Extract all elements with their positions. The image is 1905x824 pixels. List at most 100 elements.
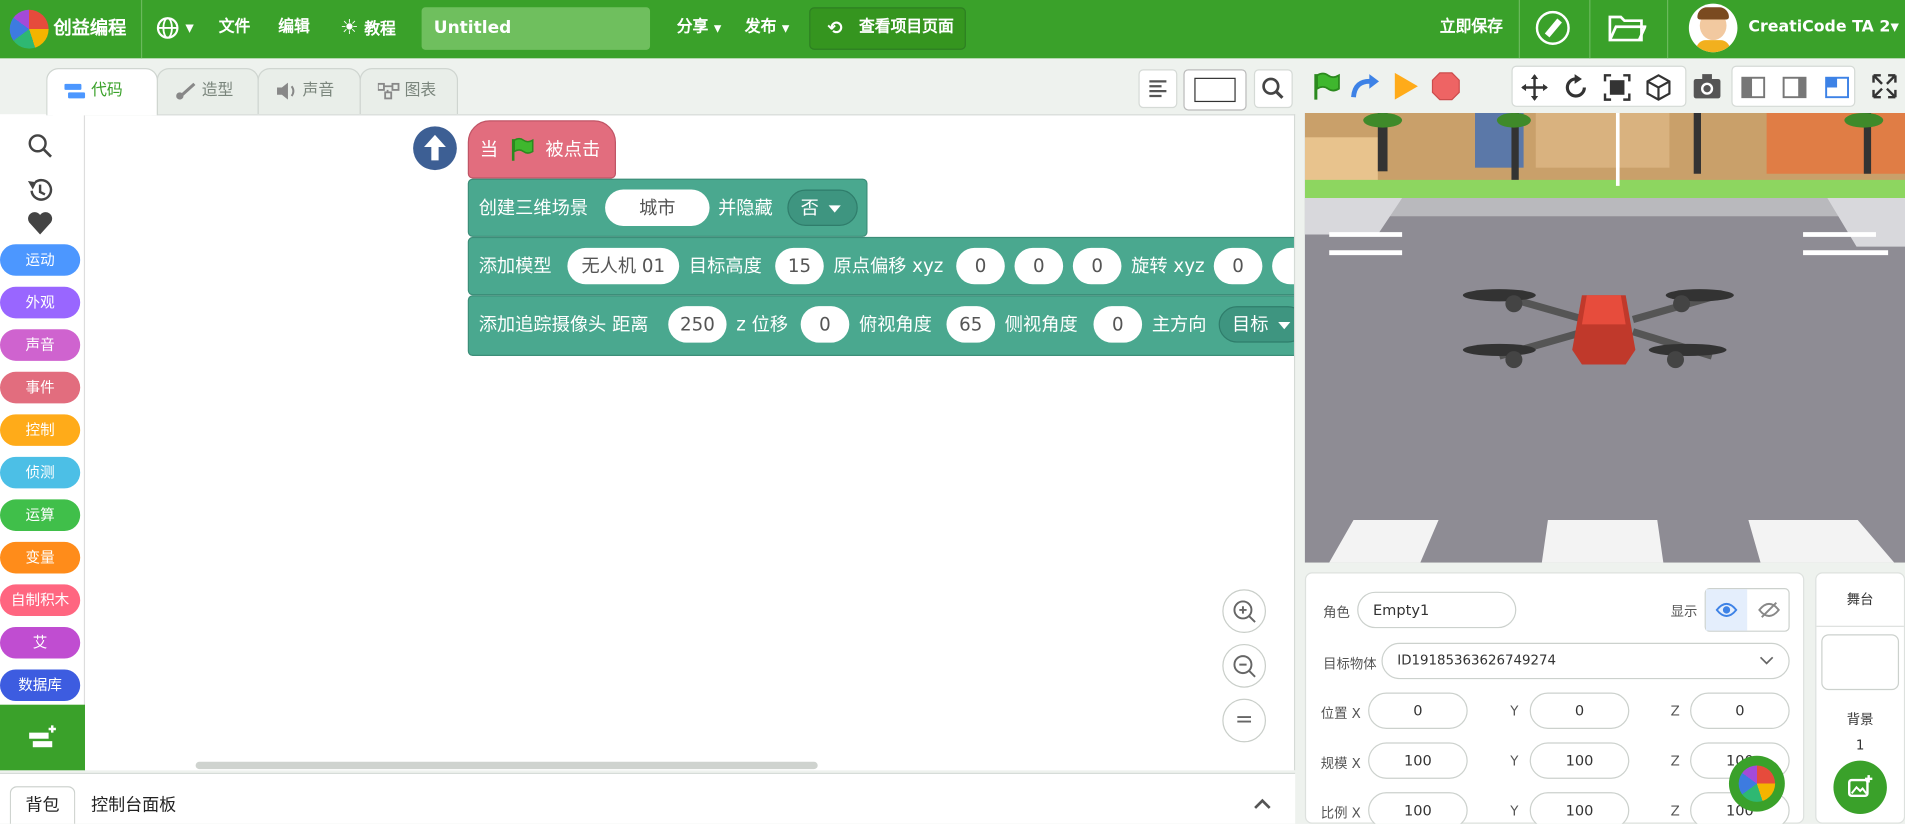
stop-icon[interactable] — [1431, 72, 1460, 101]
horizontal-scrollbar[interactable] — [195, 761, 818, 770]
position-x-input[interactable]: 0 — [1368, 692, 1468, 729]
category-button[interactable]: 艾 — [0, 626, 81, 659]
layout-split-icon[interactable] — [1825, 76, 1849, 99]
backdrop-thumbnail[interactable] — [1821, 634, 1900, 691]
history-icon[interactable] — [27, 177, 54, 204]
green-flag-icon[interactable] — [1311, 70, 1343, 102]
cube-icon[interactable] — [1644, 73, 1673, 102]
move-icon[interactable] — [1520, 73, 1549, 102]
chevron-up-icon[interactable] — [1253, 796, 1272, 811]
camera-icon[interactable] — [1692, 73, 1721, 100]
position-y-input[interactable]: 0 — [1529, 692, 1630, 729]
scale-x-input[interactable]: 100 — [1368, 742, 1468, 779]
code-search-box[interactable] — [1183, 69, 1247, 111]
stage-canvas[interactable] — [1304, 112, 1905, 563]
publish-label: 发布 — [744, 18, 777, 37]
offset-x-input[interactable]: 0 — [956, 247, 1005, 285]
create-3d-scene-block[interactable]: 创建三维场景 城市 并隐藏 否 — [467, 178, 868, 237]
layout-large-stage-icon[interactable] — [1782, 76, 1807, 99]
category-button[interactable]: 控制 — [0, 414, 81, 446]
share-menu[interactable]: 分享 ▼ — [677, 0, 722, 58]
category-button[interactable]: 外观 — [0, 286, 81, 319]
user-name[interactable]: CreatiCode TA 2 — [1748, 0, 1890, 58]
scale-label: 规模 X — [1320, 755, 1361, 772]
tab-code[interactable]: 代码 — [46, 68, 158, 116]
search-icon — [1262, 77, 1284, 99]
offset-z-input[interactable]: 0 — [1072, 247, 1122, 285]
align-left-icon — [1149, 80, 1167, 98]
category-button[interactable]: 侦测 — [0, 456, 81, 489]
chevron-down-icon[interactable]: ▼ — [1891, 0, 1899, 58]
z-label: Z — [1670, 753, 1680, 770]
when-flag-clicked-block[interactable]: 当 被点击 — [467, 120, 617, 179]
add-backdrop-button[interactable] — [1833, 760, 1887, 815]
mascot-logo-button[interactable] — [1728, 755, 1785, 812]
publish-menu[interactable]: 发布 ▼ — [745, 0, 790, 58]
category-button[interactable]: 自制积木 — [0, 584, 81, 617]
zoom-out-button[interactable] — [1222, 643, 1267, 688]
side-angle-input[interactable]: 0 — [1093, 306, 1143, 343]
scene-name-input[interactable]: 城市 — [605, 189, 710, 226]
project-title-input[interactable]: Untitled — [421, 7, 651, 50]
align-blocks-button[interactable] — [1138, 69, 1178, 109]
layout-small-stage-icon[interactable] — [1741, 76, 1766, 99]
distance-input[interactable]: 250 — [668, 306, 727, 343]
scale-y-input[interactable]: 100 — [1529, 742, 1630, 779]
category-button[interactable]: 事件 — [0, 371, 81, 404]
tab-charts[interactable]: 图表 — [359, 68, 459, 115]
model-name-input[interactable]: 无人机 01 — [567, 247, 680, 285]
backpack-tab[interactable]: 背包 — [9, 786, 76, 824]
redo-arrow-icon[interactable] — [1350, 73, 1382, 100]
save-now-button[interactable]: 立即保存 — [1440, 0, 1503, 58]
heart-icon[interactable] — [27, 211, 54, 235]
category-button[interactable]: 变量 — [0, 541, 81, 574]
arrow-up-icon[interactable] — [412, 125, 458, 171]
rotate-x-input[interactable]: 0 — [1213, 247, 1263, 285]
hide-dropdown[interactable]: 否 — [787, 189, 858, 226]
compass-icon[interactable] — [1535, 10, 1570, 45]
category-button[interactable]: 运算 — [0, 499, 81, 531]
search-icon[interactable] — [27, 132, 54, 159]
pitch-input[interactable]: 65 — [946, 306, 996, 343]
user-avatar[interactable] — [1688, 3, 1738, 53]
ratio-y-input[interactable]: 100 — [1529, 792, 1630, 824]
category-button[interactable]: 运动 — [0, 244, 81, 276]
ratio-x-input[interactable]: 100 — [1368, 792, 1468, 824]
hide-button[interactable] — [1748, 589, 1789, 630]
file-menu[interactable]: 文件 — [219, 0, 251, 58]
fit-view-icon[interactable] — [1603, 73, 1632, 102]
z-offset-input[interactable]: 0 — [800, 306, 850, 343]
console-panel-tab[interactable]: 控制台面板 — [91, 786, 176, 824]
rotate-y-input[interactable] — [1272, 247, 1294, 285]
target-object-select[interactable]: ID19185363626749274 — [1381, 642, 1790, 680]
fullscreen-icon[interactable] — [1871, 73, 1898, 100]
view-project-page-button[interactable]: ⟲ 查看项目页面 — [809, 7, 966, 50]
tab-sounds[interactable]: 声音 — [257, 68, 361, 115]
zoom-reset-button[interactable]: = — [1222, 698, 1267, 743]
height-input[interactable]: 15 — [775, 247, 824, 285]
heading-dropdown[interactable]: 目标 — [1218, 306, 1294, 343]
block-text-clicked: 被点击 — [545, 138, 601, 161]
offset-y-input[interactable]: 0 — [1014, 247, 1064, 285]
sprite-name-input[interactable]: Empty1 — [1357, 591, 1517, 629]
edit-menu[interactable]: 编辑 — [278, 0, 310, 58]
category-button[interactable]: 数据库 — [0, 669, 81, 702]
play-icon[interactable] — [1391, 70, 1420, 102]
search-button[interactable] — [1253, 69, 1293, 109]
add-extension-button[interactable] — [0, 704, 86, 771]
folder-icon[interactable] — [1607, 12, 1647, 44]
show-button[interactable] — [1705, 589, 1748, 631]
category-button[interactable]: 声音 — [0, 329, 81, 361]
position-z-input[interactable]: 0 — [1690, 692, 1790, 729]
add-follow-camera-block[interactable]: 添加追踪摄像头 距离 250 z 位移 0 俯视角度 65 侧视角度 0 主方向… — [467, 295, 1294, 356]
rotate-icon[interactable] — [1561, 73, 1590, 102]
tab-label: 声音 — [302, 81, 335, 100]
app-logo-icon[interactable] — [9, 9, 49, 49]
code-workspace[interactable]: 当 被点击 创建三维场景 城市 并隐藏 否 添加模型 无人机 01 目标高度 1… — [85, 114, 1296, 771]
block-label: 创建三维场景 — [478, 196, 589, 219]
tab-costumes[interactable]: 造型 — [156, 68, 259, 115]
zoom-in-button[interactable] — [1222, 589, 1267, 634]
tutorial-menu[interactable]: ☀ 教程 — [340, 0, 396, 58]
add-model-block[interactable]: 添加模型 无人机 01 目标高度 15 原点偏移 xyz 0 0 0 旋转 xy… — [467, 236, 1294, 296]
language-menu[interactable]: ▼ — [156, 0, 194, 58]
